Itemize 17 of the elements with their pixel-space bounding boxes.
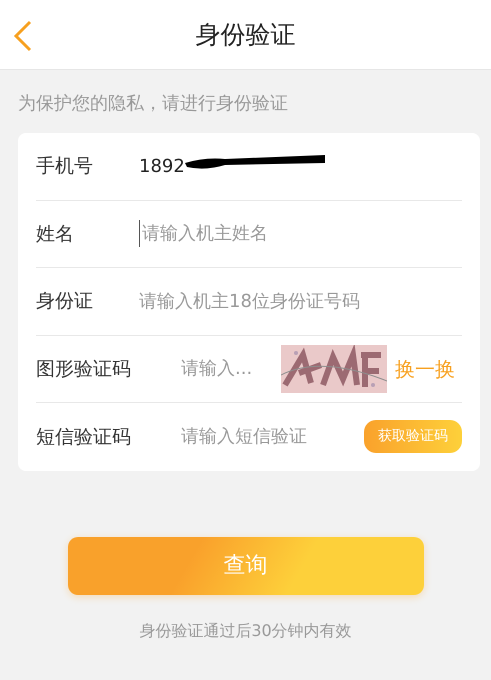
- validity-note: 身份验证通过后30分钟内有效: [139, 620, 352, 640]
- refresh-link[interactable]: 换一换: [395, 354, 455, 384]
- query-button[interactable]: 查询: [68, 536, 424, 594]
- field-label: 身份证: [36, 289, 94, 314]
- text-input[interactable]: 请输入机主18位身份证号码: [139, 288, 462, 315]
- text-input[interactable]: 请输入短信验证: [181, 423, 364, 450]
- privacy-notice: 为保护您的隐私，请进行身份验证: [17, 92, 289, 116]
- field-label: 短信验证码: [36, 424, 132, 450]
- text-input[interactable]: 请输入机主姓名: [139, 220, 462, 248]
- field-label: 姓名: [36, 222, 75, 246]
- back-icon[interactable]: [12, 20, 34, 52]
- field-label: 图形验证码: [36, 356, 132, 382]
- page-title: 身份验证: [196, 18, 296, 51]
- field-label: 手机号: [36, 154, 94, 179]
- phone-number: 1892: [139, 154, 185, 179]
- text-input[interactable]: 请输入...: [181, 355, 281, 382]
- get-code-button[interactable]: 获取验证码: [364, 420, 462, 454]
